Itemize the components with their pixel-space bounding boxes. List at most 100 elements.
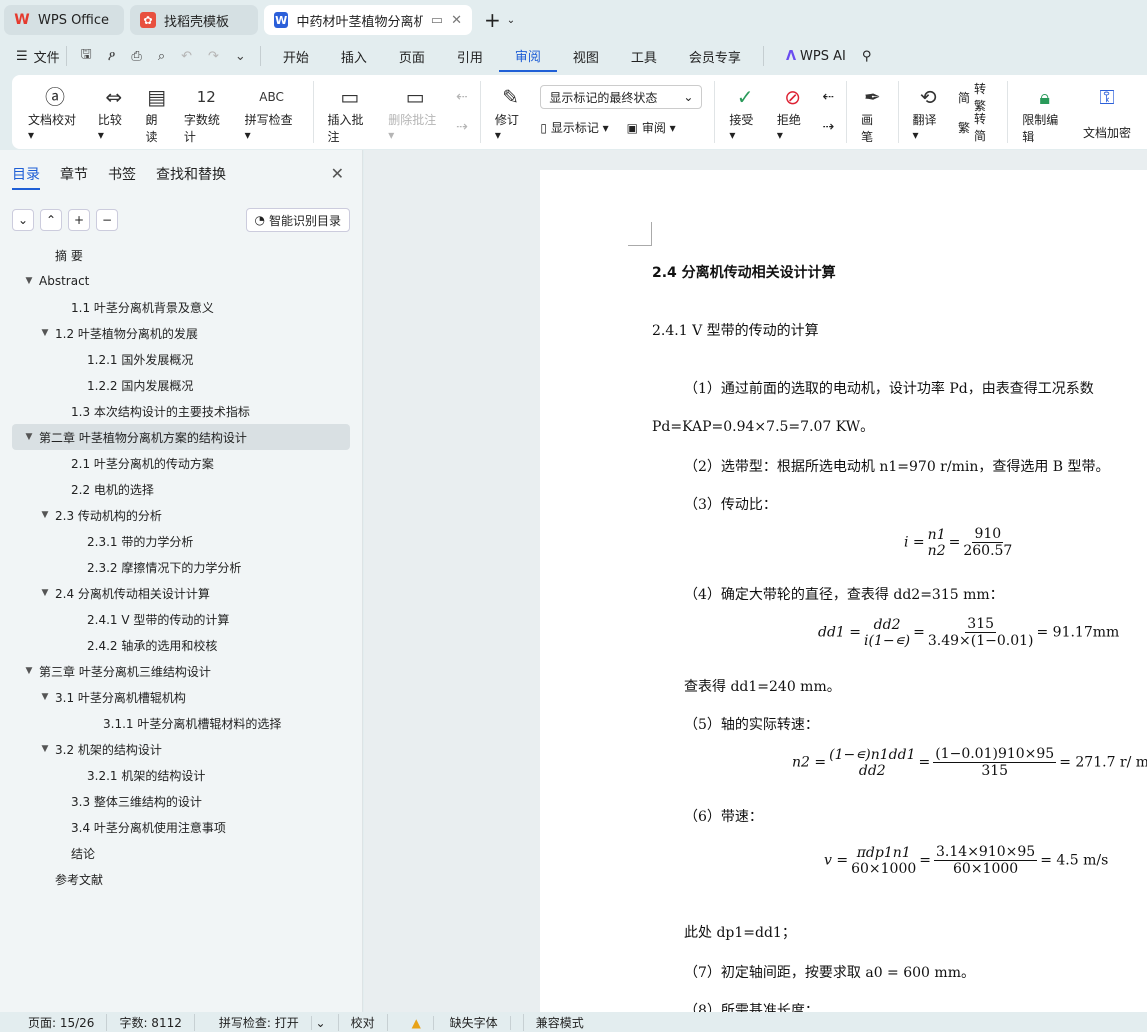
add-button[interactable]: + [68,209,90,231]
menu-member[interactable]: 会员专享 [673,40,757,72]
monitor-icon[interactable]: ▭ [431,13,443,28]
to-simplified-button[interactable]: 繁 转简 [958,112,995,143]
word-icon: W [274,12,289,28]
format-painter-icon[interactable]: ዖ [100,49,124,64]
expand-triangle-icon[interactable]: ▼ [38,328,52,338]
delete-comment-button[interactable]: ▭ 删除批注 ▾ [380,81,450,143]
to-traditional-button[interactable]: 简 转繁 [958,82,995,113]
tab-toc[interactable]: 目录 [12,164,40,190]
toc-item[interactable]: 摘 要 [12,242,350,268]
expand-triangle-icon[interactable]: ▼ [38,744,52,754]
wps-ai-button[interactable]: Λ WPS AI [770,40,862,72]
menu-start[interactable]: 开始 [267,40,325,72]
toc-item[interactable]: ▼ 1.2 叶茎植物分离机的发展 [12,320,350,346]
toc-item[interactable]: ▼ 3.1 叶茎分离机槽辊机构 [12,684,350,710]
toc-item[interactable]: ▼ 第二章 叶茎植物分离机方案的结构设计 [12,424,350,450]
undo-icon[interactable]: ↶ [173,49,200,64]
chevron-down-icon[interactable]: ⌄ [507,15,515,26]
page-indicator[interactable]: 页面: 15/26 [16,1013,108,1031]
toc-item[interactable]: ▼ 3.2 机架的结构设计 [12,736,350,762]
missing-font[interactable]: ▲ 缺失字体 [388,1013,524,1031]
toc-item[interactable]: 1.2.1 国外发展概况 [12,346,350,372]
expand-triangle-icon[interactable]: ▼ [38,510,52,520]
toc-item[interactable]: 结论 [12,840,350,866]
menu-review[interactable]: 审阅 [498,40,557,72]
expand-triangle-icon[interactable]: ▼ [22,666,36,676]
expand-triangle-icon[interactable]: ▼ [38,692,52,702]
toc-item[interactable]: ▼ 第三章 叶茎分离机三维结构设计 [12,658,350,684]
next-change-icon[interactable]: ⇢ [822,115,834,139]
expand-triangle-icon[interactable]: ▼ [22,276,36,286]
toc-item[interactable]: ▼ 2.4 分离机传动相关设计计算 [12,580,350,606]
toc-item[interactable]: 2.4.2 轴承的选用和校核 [12,632,350,658]
search-icon[interactable]: ⚲ [862,49,872,64]
toc-item[interactable]: 2.1 叶茎分离机的传动方案 [12,450,350,476]
tab-sections[interactable]: 章节 [60,164,88,190]
expand-triangle-icon[interactable]: ▼ [22,432,36,442]
close-icon[interactable]: ✕ [331,164,344,183]
status-bar: 页面: 15/26 字数: 8112 拼写检查: 打开 ⌄ 校对 ▲ 缺失字体 … [0,1012,1147,1032]
tab-templates[interactable]: ✿ 找稻壳模板 [130,5,258,35]
smart-toc-button[interactable]: ◔ 智能识别目录 [245,208,350,232]
word-count-button[interactable]: 12 字数统计 [176,81,237,144]
menu-tools[interactable]: 工具 [615,40,673,72]
menu-icon[interactable]: ☰ [16,49,28,64]
expand-button[interactable]: ⌃ [40,209,62,231]
menu-page[interactable]: 页面 [383,40,441,72]
insert-comment-button[interactable]: ▭ 插入批注 [319,81,380,144]
read-aloud-button[interactable]: ▤ 朗读 [137,81,175,144]
prev-change-icon[interactable]: ⇠ [822,85,834,109]
toc-item[interactable]: 1.1 叶茎分离机背景及意义 [12,294,350,320]
tab-wps-office[interactable]: W WPS Office [4,5,124,35]
restrict-edit-button[interactable]: 🔒︎ 限制编辑 [1014,81,1075,144]
toc-item[interactable]: 2.3.1 带的力学分析 [12,528,350,554]
toc-item[interactable]: 1.3 本次结构设计的主要技术指标 [12,398,350,424]
toc-item[interactable]: 3.3 整体三维结构的设计 [12,788,350,814]
translate-button[interactable]: ⟲ 翻译 ▾ [904,81,952,143]
toc-item[interactable]: 1.2.2 国内发展概况 [12,372,350,398]
reject-button[interactable]: ⊘ 拒绝 ▾ [769,81,817,143]
toc-item[interactable]: 2.3.2 摩擦情况下的力学分析 [12,554,350,580]
tab-document[interactable]: W中药材叶茎植物分离机机械结构▭✕ [264,5,472,35]
remove-button[interactable]: − [96,209,118,231]
toc-item[interactable]: 2.2 电机的选择 [12,476,350,502]
toc-item[interactable]: 参考文献 [12,866,350,892]
menu-insert[interactable]: 插入 [325,40,383,72]
next-comment-icon[interactable]: ⇢ [456,115,468,139]
redo-icon[interactable]: ↷ [200,49,227,64]
toc-item[interactable]: 2.4.1 V 型带的传动的计算 [12,606,350,632]
spell-check-status[interactable]: 拼写检查: 打开 ⌄ [195,1013,339,1031]
review-pane-button[interactable]: ▣ 审阅 ▾ [627,119,676,136]
print-preview-icon[interactable]: ⌕ [150,49,173,64]
toc-item[interactable]: 3.4 叶茎分离机使用注意事项 [12,814,350,840]
tab-bookmarks[interactable]: 书签 [108,164,136,190]
toc-item[interactable]: 3.1.1 叶茎分离机槽辊材料的选择 [12,710,350,736]
proof-button[interactable]: ⓐ 文档校对 ▾ [20,81,90,143]
toc-item[interactable]: ▼ Abstract [12,268,350,294]
accept-button[interactable]: ✓ 接受 ▾ [721,81,769,143]
compare-button[interactable]: ⇔ 比较 ▾ [90,81,138,143]
pen-button[interactable]: ✒ 画笔 [853,81,891,144]
toc-item[interactable]: 3.2.1 机架的结构设计 [12,762,350,788]
expand-triangle-icon[interactable]: ▼ [38,588,52,598]
show-markup-button[interactable]: ▯ 显示标记 ▾ [540,119,608,136]
more-icon[interactable]: ⌄ [227,49,254,64]
encrypt-button[interactable]: ⚿ 文档加密 [1075,81,1139,143]
toc-item[interactable]: ▼ 2.3 传动机构的分析 [12,502,350,528]
spell-check-button[interactable]: ABC 拼写检查 ▾ [237,81,307,143]
print-icon[interactable]: ⎙ [123,49,149,64]
word-count[interactable]: 字数: 8112 [107,1013,195,1031]
menu-reference[interactable]: 引用 [441,40,499,72]
save-icon[interactable]: 🖫 [73,45,100,67]
compare-icon: ⇔ [105,85,123,109]
tab-find-replace[interactable]: 查找和替换 [156,164,226,190]
close-tab-icon[interactable]: ✕ [451,13,462,28]
new-tab-button[interactable]: + [484,8,501,32]
menu-view[interactable]: 视图 [557,40,615,72]
revise-button[interactable]: ✎ 修订 ▾ [487,81,535,143]
file-menu[interactable]: 文件 [34,47,60,66]
markup-state-select[interactable]: 显示标记的最终状态 ⌄ [540,85,703,109]
collapse-button[interactable]: ⌄ [12,209,34,231]
proof-status[interactable]: 校对 [339,1013,388,1031]
prev-comment-icon[interactable]: ⇠ [456,85,468,109]
